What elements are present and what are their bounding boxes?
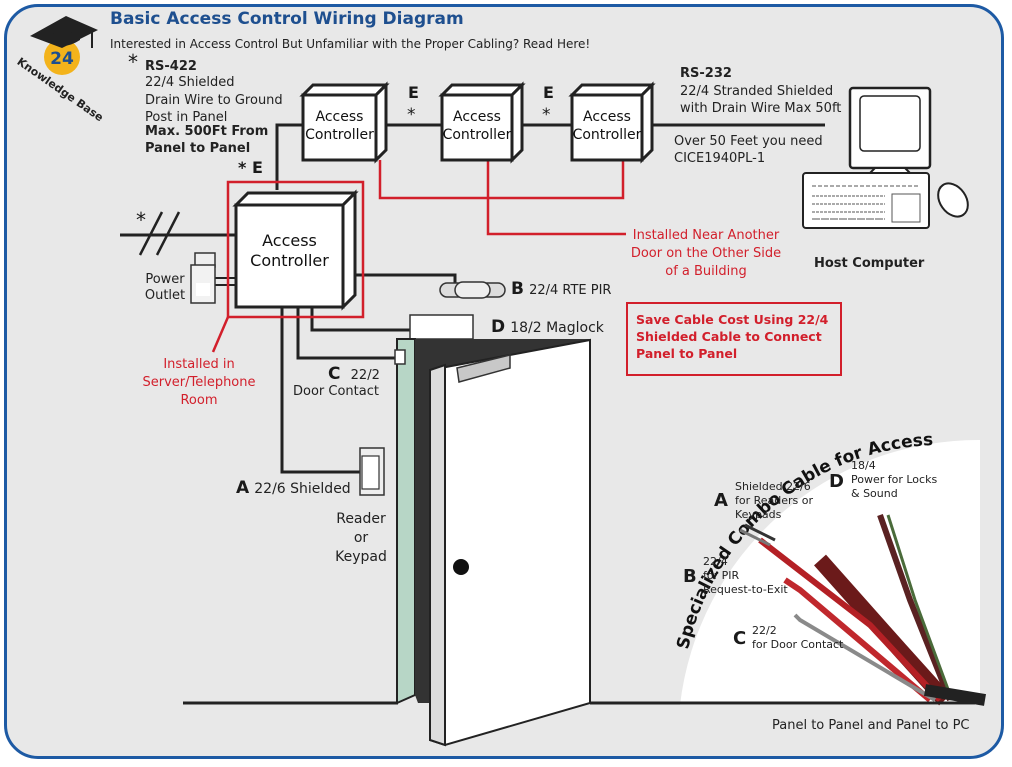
label-line: for Readers or	[735, 493, 814, 507]
card-reader-icon	[359, 447, 385, 496]
rs232-note: Over 50 Feet you need	[674, 134, 823, 149]
asterisk-marker-1: *	[407, 105, 416, 125]
controller-label-line: Controller	[572, 126, 642, 143]
rs422-line: Drain Wire to Ground	[145, 93, 283, 108]
wire-letter: A	[236, 478, 250, 498]
note-line: Room	[180, 393, 218, 409]
logo-number: 24	[50, 49, 74, 69]
note-line: Installed in	[163, 357, 235, 372]
combo-a-letter: A	[714, 490, 728, 511]
wire-letter: D	[491, 317, 506, 337]
main-controller-label: Access Controller	[236, 231, 343, 271]
label-line: Reader	[336, 511, 386, 527]
power-outlet-icon	[190, 252, 216, 304]
combo-a-description: Shielded 22/6 for Readers or Keypads	[735, 480, 813, 521]
server-room-note: Installed in Server/Telephone Room	[135, 356, 263, 411]
label-line: or	[353, 529, 369, 546]
wire-b-label: B 22/4 RTE PIR	[511, 279, 611, 299]
label-line: Power for Locks	[851, 472, 938, 486]
rs232-part-number: CICE1940PL-1	[674, 151, 766, 166]
wire-d-label: D 18/2 Maglock	[491, 317, 604, 337]
combo-b-letter: B	[683, 566, 697, 587]
power-outlet-label: Power Outlet	[140, 272, 190, 303]
wire-spec: 22/6 Shielded	[254, 481, 351, 497]
reader-keypad-label: Reader or Keypad	[330, 510, 392, 567]
controller-label-line: Controller	[305, 126, 374, 143]
controller-label-line: Controller	[442, 126, 512, 143]
asterisk-marker-3: *	[136, 208, 146, 232]
wire-spec: 22/2	[350, 368, 380, 383]
wire-c-description: Door Contact	[293, 384, 379, 399]
controller-label-line: Access	[262, 231, 317, 250]
rs232-line: with Drain Wire Max 50ft	[680, 101, 842, 116]
pir-sensor-icon	[439, 281, 506, 299]
rs422-max-distance: Panel to Panel	[145, 141, 251, 156]
door-contact-icon	[394, 349, 406, 365]
label-line: Shielded 22/6	[735, 480, 811, 493]
keyboard-icon	[802, 172, 930, 229]
wire-spec: 18/2 Maglock	[510, 320, 604, 336]
controller-label-line: Access	[315, 109, 364, 125]
controller-3-label: Access Controller	[572, 109, 642, 144]
star-e-marker: * E	[238, 158, 263, 177]
label-line: 22/4	[703, 555, 728, 568]
label-line: Power	[145, 272, 185, 287]
controller-label-line: Access	[583, 109, 631, 125]
rs422-line: 22/4 Shielded	[145, 75, 235, 90]
host-computer-label: Host Computer	[814, 256, 925, 271]
controller-2-label: Access Controller	[442, 109, 512, 144]
controller-1-label: Access Controller	[303, 109, 376, 144]
combo-d-letter: D	[829, 471, 844, 492]
note-line: Installed Near Another	[632, 228, 780, 243]
door-illustration	[394, 338, 591, 747]
label-line: 22/2	[752, 624, 777, 637]
wire-letter: C	[328, 364, 341, 384]
e-marker-2: E	[543, 83, 554, 102]
page-title: Basic Access Control Wiring Diagram	[110, 9, 464, 29]
remote-install-note: Installed Near Another Door on the Other…	[626, 227, 786, 282]
label-line: Request-to-Exit	[703, 582, 788, 596]
controller-label-line: Access	[453, 109, 501, 125]
wire-a-label: A 22/6 Shielded	[236, 478, 351, 498]
label-line: 18/4	[851, 459, 876, 472]
note-line: Door on the Other Side	[630, 246, 782, 262]
label-line: Keypads	[735, 507, 782, 521]
page-subtitle[interactable]: Interested in Access Control But Unfamil…	[110, 37, 590, 51]
wire-letter: B	[511, 279, 524, 299]
rs232-title: RS-232	[680, 66, 732, 81]
note-line: of a Building	[665, 264, 747, 280]
knowledge-base-logo: 24	[30, 16, 98, 75]
label-line: Keypad	[335, 548, 387, 565]
label-line: & Sound	[851, 486, 898, 500]
rs422-asterisk: *	[128, 50, 138, 74]
combo-b-description: 22/4 for PIR Request-to-Exit	[703, 555, 788, 596]
combo-d-description: 18/4 Power for Locks & Sound	[851, 459, 937, 500]
e-marker-1: E	[408, 83, 419, 102]
combo-cable-footer: Panel to Panel and Panel to PC	[772, 718, 970, 733]
controller-label-line: Controller	[250, 251, 329, 270]
wire-spec: 22/4 RTE PIR	[529, 283, 612, 298]
label-line: Outlet	[144, 287, 186, 303]
rs422-max-distance: Max. 500Ft From	[145, 124, 269, 139]
asterisk-marker-2: *	[542, 105, 551, 125]
combo-c-letter: C	[733, 628, 747, 649]
door-knob-icon	[453, 559, 469, 575]
wire-c-label: C 22/2	[328, 364, 380, 384]
combo-c-description: 22/2 for Door Contact	[752, 624, 843, 652]
maglock-icon	[409, 314, 474, 340]
rs232-line: 22/4 Stranded Shielded	[680, 84, 834, 99]
label-line: for Door Contact	[752, 637, 844, 651]
mouse-icon	[937, 182, 969, 218]
rs422-title: RS-422	[145, 59, 197, 74]
label-line: for PIR	[703, 568, 740, 582]
note-line: Server/Telephone	[142, 375, 256, 391]
cable-cost-callout: Save Cable Cost Using 22/4 Shielded Cabl…	[626, 302, 842, 376]
